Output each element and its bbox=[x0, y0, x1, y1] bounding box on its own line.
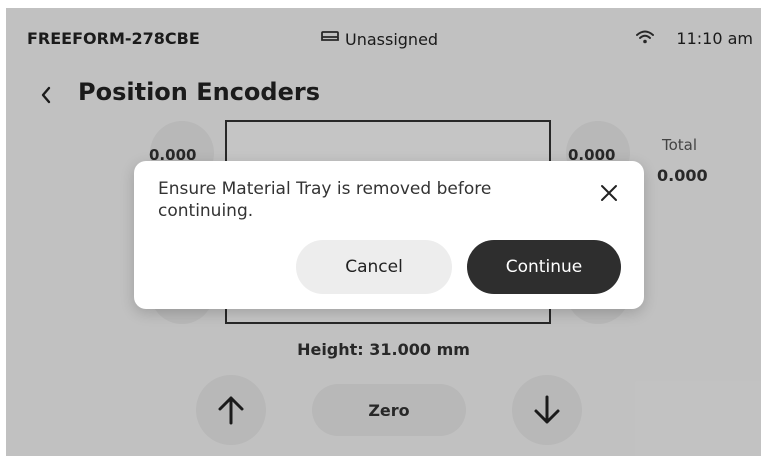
close-icon bbox=[601, 185, 617, 201]
continue-button[interactable]: Continue bbox=[467, 240, 621, 294]
dialog-message: Ensure Material Tray is removed before c… bbox=[158, 179, 492, 221]
app-screen: FREEFORM-278CBE Unassigned 11:10 am Posi… bbox=[6, 8, 761, 456]
close-button[interactable] bbox=[593, 177, 625, 209]
cancel-button[interactable]: Cancel bbox=[296, 240, 452, 294]
confirm-dialog: Ensure Material Tray is removed before c… bbox=[134, 161, 644, 309]
